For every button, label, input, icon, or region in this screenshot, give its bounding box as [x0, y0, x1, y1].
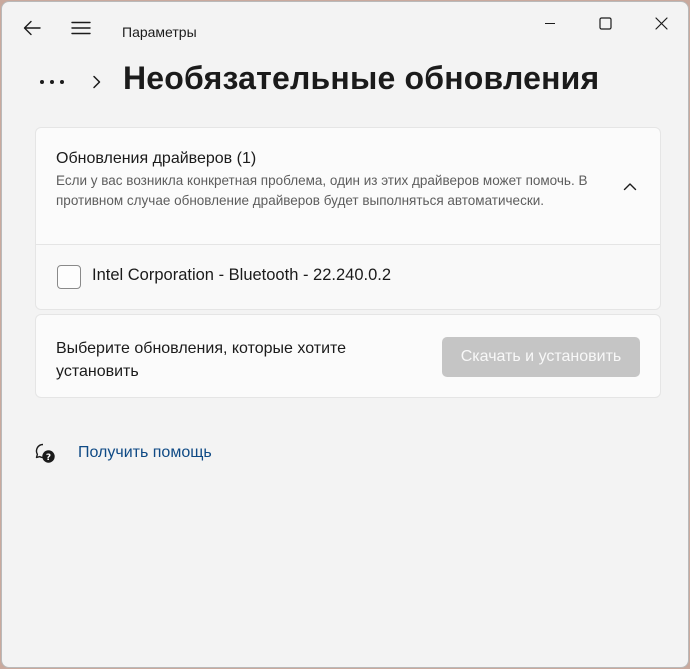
expander-description: Если у вас возникла конкретная проблема,…	[56, 173, 588, 208]
chevron-right-icon	[92, 75, 102, 89]
help-chat-icon: ?	[34, 442, 56, 464]
minimize-icon	[545, 22, 555, 25]
maximize-button[interactable]	[582, 6, 628, 40]
download-install-button[interactable]: Скачать и установить	[442, 337, 640, 377]
expander-title: Обновления драйверов (1)	[56, 150, 257, 167]
settings-window: Параметры Необязательные обновления Обно…	[1, 1, 689, 668]
expander-header[interactable]: Обновления драйверов (1) Если у вас возн…	[36, 128, 660, 245]
more-dots-icon[interactable]	[38, 67, 74, 97]
back-button[interactable]	[12, 10, 52, 46]
driver-checkbox[interactable]	[57, 265, 81, 289]
driver-list: Intel Corporation - Bluetooth - 22.240.0…	[36, 245, 660, 309]
minimize-button[interactable]	[527, 6, 573, 40]
app-title: Параметры	[122, 24, 197, 40]
chevron-up-icon[interactable]	[618, 176, 642, 196]
page-title: Необязательные обновления	[123, 60, 600, 96]
hamburger-icon	[71, 21, 91, 35]
install-prompt: Выберите обновления, которые хотите уста…	[56, 340, 347, 380]
svg-text:?: ?	[46, 453, 51, 463]
driver-label[interactable]: Intel Corporation - Bluetooth - 22.240.0…	[92, 266, 391, 285]
back-arrow-icon	[23, 20, 41, 36]
get-help-link-row[interactable]: ? Получить помощь	[34, 439, 212, 467]
close-button[interactable]	[638, 6, 684, 40]
install-card: Выберите обновления, которые хотите уста…	[35, 314, 661, 398]
maximize-icon	[598, 16, 612, 30]
close-icon	[654, 16, 668, 30]
title-bar: Параметры	[2, 2, 688, 52]
get-help-link[interactable]: Получить помощь	[78, 444, 212, 462]
breadcrumb	[38, 62, 102, 102]
navigation-menu-button[interactable]	[61, 10, 101, 46]
driver-updates-expander: Обновления драйверов (1) Если у вас возн…	[35, 127, 661, 310]
